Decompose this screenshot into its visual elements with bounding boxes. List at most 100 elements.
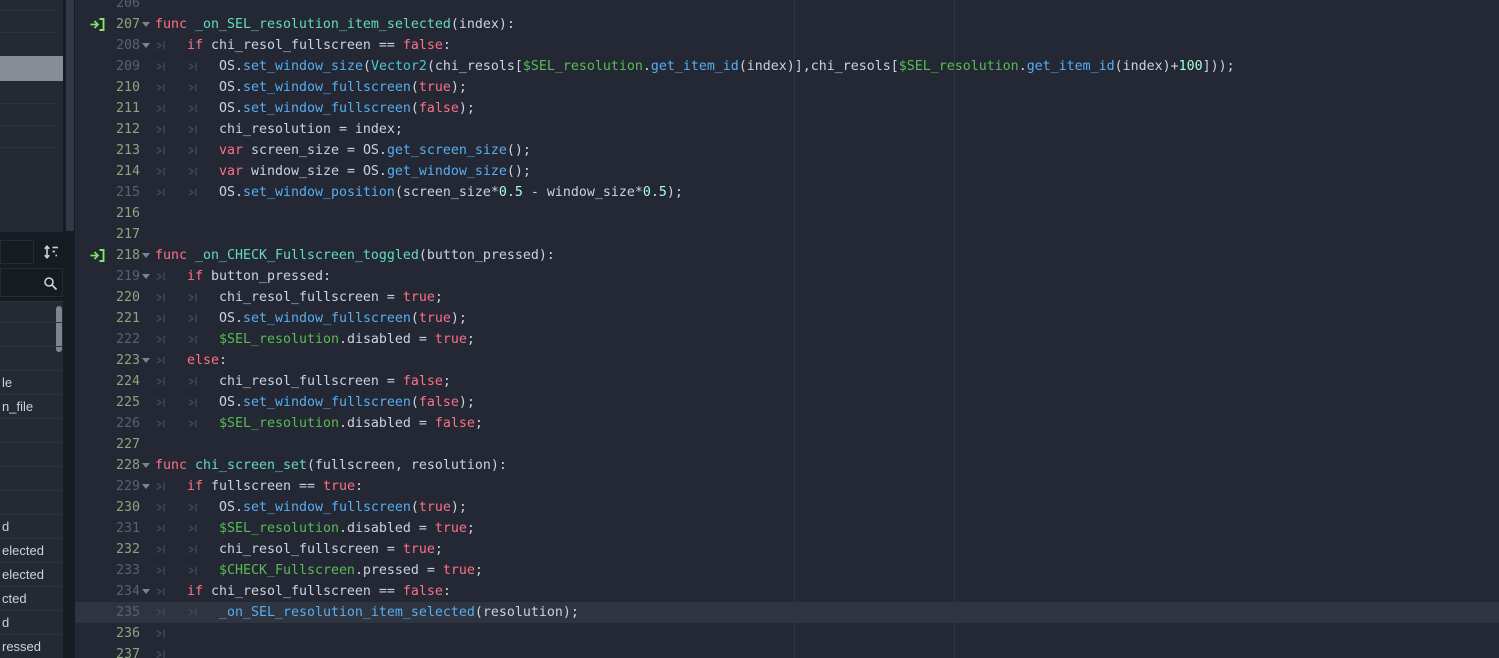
code-line-213[interactable]: 213 var screen_size = OS.get_screen_size(… [75, 140, 1499, 161]
code-text: if button_pressed: [187, 269, 331, 284]
line-number[interactable]: 229 [100, 476, 140, 497]
sort-methods-button[interactable] [42, 243, 60, 261]
function-list-item[interactable] [0, 418, 63, 442]
function-list-item[interactable]: d [0, 610, 63, 634]
code-text: $SEL_resolution.disabled = true; [219, 521, 475, 536]
code-line-237[interactable]: 237 [75, 644, 1499, 658]
line-number[interactable]: 213 [100, 140, 140, 161]
line-number[interactable]: 234 [100, 581, 140, 602]
function-list-item[interactable]: elected [0, 562, 63, 586]
line-number[interactable]: 222 [100, 329, 140, 350]
filter-scripts-input[interactable] [0, 240, 34, 264]
fold-arrow-icon[interactable] [142, 43, 150, 48]
line-number[interactable]: 206 [100, 0, 140, 14]
line-number[interactable]: 235 [100, 602, 140, 623]
line-number[interactable]: 236 [100, 623, 140, 644]
code-line-236[interactable]: 236 [75, 623, 1499, 644]
code-line-220[interactable]: 220 chi_resol_fullscreen = true; [75, 287, 1499, 308]
code-line-221[interactable]: 221 OS.set_window_fullscreen(true); [75, 308, 1499, 329]
code-line-208[interactable]: 208 if chi_resol_fullscreen == false: [75, 35, 1499, 56]
fold-arrow-icon[interactable] [142, 358, 150, 363]
function-list-item[interactable]: ressed [0, 634, 63, 658]
code-line-223[interactable]: 223 else: [75, 350, 1499, 371]
code-text: chi_resol_fullscreen = true; [219, 290, 443, 305]
line-number[interactable]: 217 [100, 224, 140, 245]
function-list-item[interactable]: n_file [0, 394, 63, 418]
fold-arrow-icon[interactable] [142, 274, 150, 279]
script-list-item-selected[interactable] [0, 56, 63, 81]
fold-arrow-icon[interactable] [142, 589, 150, 594]
code-line-229[interactable]: 229 if fullscreen == true: [75, 476, 1499, 497]
line-number[interactable]: 211 [100, 98, 140, 119]
line-number[interactable]: 237 [100, 644, 140, 658]
line-number[interactable]: 233 [100, 560, 140, 581]
code-line-207[interactable]: 207 func _on_SEL_resolution_item_selected… [75, 14, 1499, 35]
function-list-item[interactable]: d [0, 514, 63, 538]
function-list-item[interactable] [0, 466, 63, 490]
code-line-227[interactable]: 227 [75, 434, 1499, 455]
function-list-item[interactable] [0, 490, 63, 514]
line-number[interactable]: 219 [100, 266, 140, 287]
functions-list-panel[interactable]: le n_file d elected elected cted d ressed [0, 301, 63, 658]
line-number[interactable]: 226 [100, 413, 140, 434]
line-number[interactable]: 228 [100, 455, 140, 476]
code-line-211[interactable]: 211 OS.set_window_fullscreen(false); [75, 98, 1499, 119]
tab-indent-marker [187, 497, 199, 518]
line-number[interactable]: 220 [100, 287, 140, 308]
line-number[interactable]: 221 [100, 308, 140, 329]
line-number[interactable]: 216 [100, 203, 140, 224]
function-list-item[interactable] [0, 442, 63, 466]
line-number[interactable]: 207 [100, 14, 140, 35]
line-number[interactable]: 212 [100, 119, 140, 140]
line-number[interactable]: 223 [100, 350, 140, 371]
code-line-224[interactable]: 224 chi_resol_fullscreen = false; [75, 371, 1499, 392]
code-line-225[interactable]: 225 OS.set_window_fullscreen(false); [75, 392, 1499, 413]
code-line-219[interactable]: 219 if button_pressed: [75, 266, 1499, 287]
code-line-212[interactable]: 212 chi_resolution = index; [75, 119, 1499, 140]
line-number[interactable]: 215 [100, 182, 140, 203]
code-line-232[interactable]: 232 chi_resol_fullscreen = true; [75, 539, 1499, 560]
code-line-210[interactable]: 210 OS.set_window_fullscreen(true); [75, 77, 1499, 98]
line-number[interactable]: 224 [100, 371, 140, 392]
line-number[interactable]: 231 [100, 518, 140, 539]
code-line-233[interactable]: 233 $CHECK_Fullscreen.pressed = true; [75, 560, 1499, 581]
line-number[interactable]: 208 [100, 35, 140, 56]
code-line-230[interactable]: 230 OS.set_window_fullscreen(true); [75, 497, 1499, 518]
line-number[interactable]: 218 [100, 245, 140, 266]
code-line-215[interactable]: 215 OS.set_window_position(screen_size*0.… [75, 182, 1499, 203]
function-list-item[interactable]: cted [0, 586, 63, 610]
code-line-217[interactable]: 217 [75, 224, 1499, 245]
line-number[interactable]: 210 [100, 77, 140, 98]
line-number[interactable]: 232 [100, 539, 140, 560]
code-editor[interactable]: 206 207 func _on_SEL_resolution_item_selec… [75, 0, 1499, 658]
code-line-206[interactable]: 206 [75, 0, 1499, 14]
code-line-228[interactable]: 228 func chi_screen_set(fullscreen, resol… [75, 455, 1499, 476]
fold-arrow-icon[interactable] [142, 484, 150, 489]
line-number[interactable]: 227 [100, 434, 140, 455]
code-line-218[interactable]: 218 func _on_CHECK_Fullscreen_toggled(but… [75, 245, 1499, 266]
code-line-209[interactable]: 209 OS.set_window_size(Vector2(chi_resols… [75, 56, 1499, 77]
code-line-214[interactable]: 214 var window_size = OS.get_window_size(… [75, 161, 1499, 182]
function-list-item[interactable] [0, 322, 63, 346]
code-line-234[interactable]: 234 if chi_resol_fullscreen == false: [75, 581, 1499, 602]
code-line-222[interactable]: 222 $SEL_resolution.disabled = true; [75, 329, 1499, 350]
function-list-item[interactable]: elected [0, 538, 63, 562]
line-number[interactable]: 225 [100, 392, 140, 413]
fold-arrow-icon[interactable] [142, 463, 150, 468]
line-number[interactable]: 209 [100, 56, 140, 77]
filter-functions-input[interactable] [0, 268, 63, 297]
function-list-item[interactable] [0, 346, 63, 370]
tab-indent-marker [155, 119, 167, 140]
function-list-item[interactable]: le [0, 370, 63, 394]
scripts-list-panel[interactable] [0, 0, 63, 232]
scripts-list-scrollbar[interactable] [66, 0, 74, 231]
line-number[interactable]: 230 [100, 497, 140, 518]
code-line-216[interactable]: 216 [75, 203, 1499, 224]
line-number[interactable]: 214 [100, 161, 140, 182]
code-line-235[interactable]: 235 _on_SEL_resolution_item_selected(reso… [75, 602, 1499, 623]
fold-arrow-icon[interactable] [142, 253, 150, 258]
code-line-226[interactable]: 226 $SEL_resolution.disabled = false; [75, 413, 1499, 434]
code-line-231[interactable]: 231 $SEL_resolution.disabled = true; [75, 518, 1499, 539]
tab-indent-marker [187, 392, 199, 413]
fold-arrow-icon[interactable] [142, 22, 150, 27]
